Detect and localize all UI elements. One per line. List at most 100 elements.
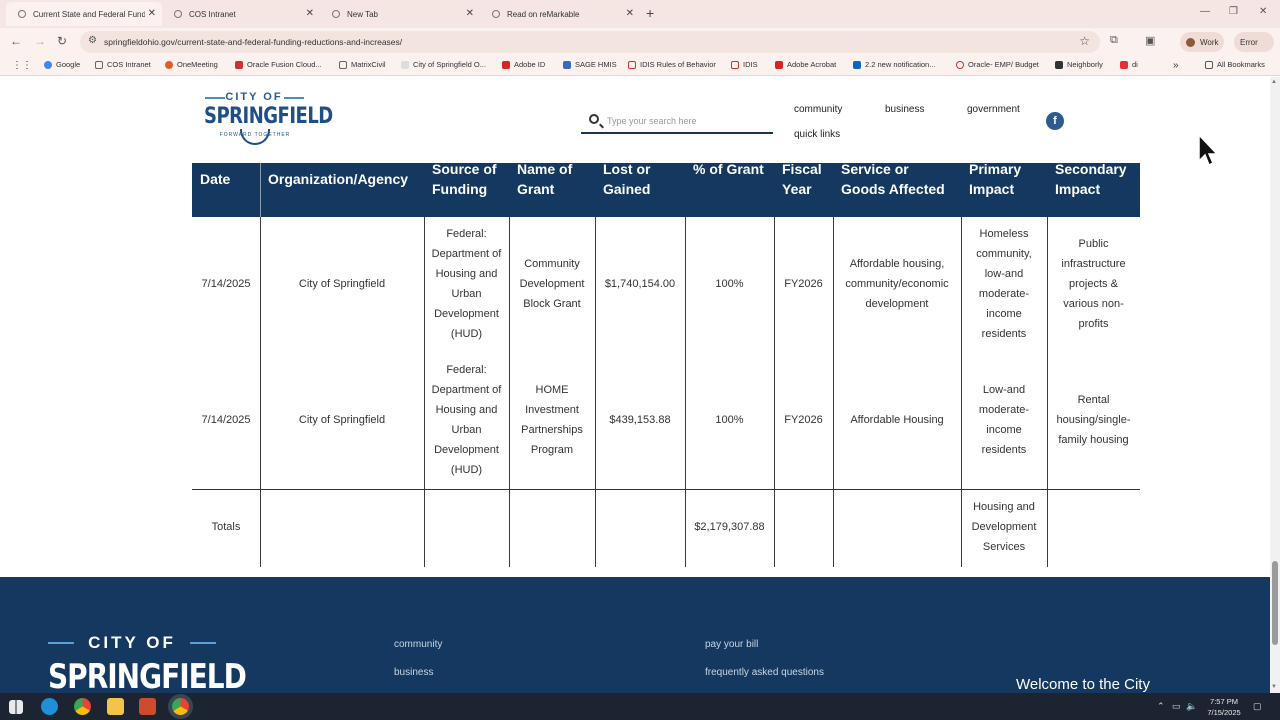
- file-explorer-icon[interactable]: [107, 698, 124, 715]
- logo-city-of[interactable]: CITY OF: [204, 91, 304, 103]
- bookmark-cos-intranet[interactable]: COS Intranet: [95, 60, 151, 69]
- url-text[interactable]: springfieldohio.gov/current-state-and-fe…: [104, 37, 402, 47]
- footer-logo-city-of[interactable]: CITY OF: [48, 633, 216, 653]
- close-tab-icon[interactable]: ✕: [466, 8, 474, 19]
- nav-community[interactable]: community: [794, 104, 842, 115]
- nav-government[interactable]: government: [967, 104, 1020, 115]
- totals-amount: $2,179,307.88: [694, 521, 765, 533]
- window-close-icon[interactable]: ✕: [1259, 6, 1267, 17]
- scroll-up-icon[interactable]: ▲: [1271, 79, 1277, 85]
- error-button[interactable]: Error: [1234, 32, 1274, 52]
- scroll-down-icon[interactable]: ▼: [1271, 684, 1277, 690]
- bookmark-notification[interactable]: 2.2 new notification...: [853, 60, 935, 69]
- footer-logo-springfield[interactable]: SPRINGFIELD: [48, 657, 247, 693]
- search-input[interactable]: [607, 113, 767, 129]
- column-divider: [260, 217, 261, 567]
- facebook-icon[interactable]: f: [1046, 112, 1064, 130]
- all-bookmarks[interactable]: All Bookmarks: [1205, 60, 1265, 69]
- bookmark-oracle-budget[interactable]: Oracle- EMP/ Budget: [956, 60, 1039, 69]
- windows-start-icon[interactable]: [9, 700, 23, 714]
- close-tab-icon[interactable]: ✕: [306, 8, 314, 19]
- mouse-cursor-icon: [1198, 134, 1219, 167]
- close-tab-icon[interactable]: ✕: [148, 8, 156, 19]
- footer-link-faq[interactable]: frequently asked questions: [705, 667, 824, 678]
- extensions-icon[interactable]: ⧉: [1110, 34, 1118, 47]
- tab-new-tab[interactable]: New Tab ✕: [320, 2, 480, 26]
- chrome-active-icon[interactable]: [172, 698, 189, 715]
- footer-link-community[interactable]: community: [394, 639, 442, 650]
- minimize-icon[interactable]: —: [1200, 6, 1210, 17]
- bookmark-adobe-acrobat[interactable]: Adobe Acrobat: [775, 60, 836, 69]
- header-primary: Primary Impact: [969, 161, 1022, 197]
- bookmark-idis-rules[interactable]: IDIS Rules of Behavior: [628, 60, 716, 69]
- bookmark-idis[interactable]: IDIS: [731, 60, 758, 69]
- tab-title: Read on reMarkable: [507, 9, 580, 19]
- header-service: Service or Goods Affected: [841, 161, 945, 197]
- error-label: Error: [1240, 37, 1258, 47]
- bookmark-sage-hmis[interactable]: SAGE HMIS: [563, 60, 617, 69]
- row1-source: Federal: Department of Housing and Urban…: [431, 228, 502, 340]
- site-info-icon[interactable]: ⚙: [88, 35, 97, 46]
- nav-quick-links[interactable]: quick links: [794, 129, 840, 140]
- bookmark-city-of-springfield[interactable]: City of Springfield O...: [401, 60, 486, 69]
- tab-remarkable[interactable]: Read on reMarkable ✕: [480, 2, 640, 26]
- bookmark-adobe-id[interactable]: Adobe ID: [502, 60, 545, 69]
- footer-link-pay-bill[interactable]: pay your bill: [705, 639, 758, 650]
- close-tab-icon[interactable]: ✕: [626, 8, 634, 19]
- edge-icon[interactable]: [41, 698, 58, 715]
- row2-service: Affordable Housing: [850, 414, 944, 426]
- tab-cos-intranet[interactable]: COS Intranet ✕: [162, 2, 320, 26]
- column-divider: [833, 217, 834, 567]
- restore-icon[interactable]: ❐: [1229, 6, 1238, 17]
- powerpoint-icon[interactable]: [139, 698, 156, 715]
- scrollbar-thumb[interactable]: [1272, 561, 1278, 645]
- bookmark-star-icon[interactable]: ☆: [1079, 34, 1090, 48]
- site-search: [581, 110, 773, 134]
- search-icon[interactable]: [589, 114, 599, 124]
- bookmark-neighborly[interactable]: Neighborly: [1055, 60, 1103, 69]
- acrobat-icon: [775, 60, 783, 69]
- side-panel-icon[interactable]: ▣: [1145, 34, 1155, 47]
- volume-icon[interactable]: 🔈: [1186, 701, 1197, 712]
- url-bar[interactable]: ⚙ springfieldohio.gov/current-state-and-…: [80, 31, 1100, 53]
- chrome-icon[interactable]: [74, 698, 91, 715]
- row2-source: Federal: Department of Housing and Urban…: [431, 364, 502, 476]
- bookmark-google[interactable]: Google: [44, 60, 80, 69]
- header-source: Source of Funding: [432, 161, 497, 197]
- row2-percent: 100%: [715, 414, 744, 426]
- google-icon: [44, 60, 52, 69]
- row2-date: 7/14/2025: [201, 414, 251, 426]
- more-bookmarks-icon[interactable]: »: [1173, 60, 1179, 71]
- new-tab-plus-icon[interactable]: +: [646, 5, 654, 21]
- bookmark-matrixcivil[interactable]: MatrixCivil: [339, 60, 386, 69]
- reload-icon[interactable]: ↻: [57, 34, 67, 48]
- bookmark-oracle-fusion[interactable]: Oracle Fusion Cloud...: [235, 60, 322, 69]
- profile-button[interactable]: Work: [1180, 32, 1224, 52]
- taskbar-clock[interactable]: 7:57 PM 7/15/2025: [1198, 696, 1250, 718]
- column-divider: [685, 217, 686, 567]
- totals-primary: Housing and Development Services: [971, 501, 1037, 553]
- header-dollars: Dollars Lost or Gained: [603, 141, 651, 197]
- linkedin-icon: [853, 60, 861, 69]
- clock-time: 7:57 PM: [1210, 697, 1238, 706]
- tray-chevron-icon[interactable]: ⌃: [1157, 701, 1165, 712]
- forward-arrow-icon[interactable]: →: [34, 34, 46, 48]
- logo-springfield[interactable]: SPRINGFIELD: [204, 103, 333, 129]
- totals-divider: [192, 489, 1140, 490]
- tab-current-state[interactable]: Current State and Federal Fund ✕: [6, 2, 162, 26]
- footer-link-business[interactable]: business: [394, 667, 433, 678]
- row2-fiscal-year: FY2026: [784, 414, 823, 426]
- tab-title: Current State and Federal Fund: [33, 9, 145, 19]
- web-page: CITY OF SPRINGFIELD FORWARD TOGETHER com…: [0, 77, 1270, 693]
- row2-amount: $439,153.88: [609, 414, 671, 426]
- notification-icon[interactable]: ▢: [1253, 701, 1262, 712]
- bookmark-di[interactable]: di: [1120, 60, 1138, 69]
- nav-business[interactable]: business: [885, 104, 924, 115]
- page-scrollbar[interactable]: ▲ ▼: [1270, 77, 1280, 693]
- folder-icon: [1205, 60, 1213, 69]
- apps-grid-icon[interactable]: ⋮⋮: [12, 60, 32, 71]
- back-arrow-icon[interactable]: ←: [10, 34, 22, 48]
- network-icon[interactable]: ▭: [1172, 701, 1181, 712]
- bookmark-onemeeting[interactable]: OneMeeting: [165, 60, 218, 69]
- site-footer: CITY OF SPRINGFIELD community business p…: [0, 577, 1270, 693]
